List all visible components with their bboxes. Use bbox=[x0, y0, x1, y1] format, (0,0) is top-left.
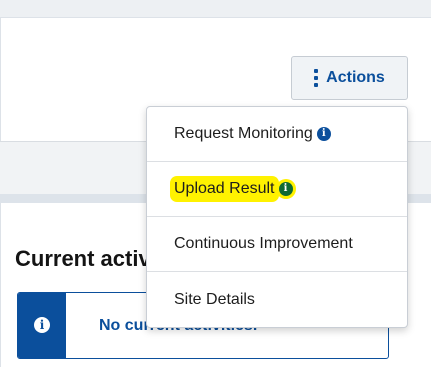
top-strip bbox=[0, 0, 431, 17]
info-circle-icon: i bbox=[34, 317, 50, 333]
menu-item-site-details[interactable]: Site Details bbox=[147, 272, 407, 327]
menu-item-upload-result[interactable]: Upload Result i bbox=[147, 162, 407, 217]
info-circle-icon[interactable]: i bbox=[316, 127, 331, 141]
menu-item-label: Upload Result bbox=[174, 180, 275, 198]
actions-button-label: Actions bbox=[326, 69, 385, 86]
kebab-icon bbox=[314, 69, 319, 87]
menu-item-label: Continuous Improvement bbox=[174, 235, 353, 252]
actions-button[interactable]: Actions bbox=[291, 56, 408, 100]
menu-item-label: Site Details bbox=[174, 290, 255, 308]
info-circle-icon[interactable]: i bbox=[278, 182, 293, 196]
alert-stripe: i bbox=[18, 293, 66, 358]
menu-item-request-monitoring[interactable]: Request Monitoring i bbox=[147, 107, 407, 162]
menu-item-label: Request Monitoring bbox=[174, 125, 313, 142]
menu-item-continuous-improvement[interactable]: Continuous Improvement bbox=[147, 217, 407, 272]
actions-dropdown-menu: Request Monitoring i Upload Result i Con… bbox=[146, 106, 408, 328]
